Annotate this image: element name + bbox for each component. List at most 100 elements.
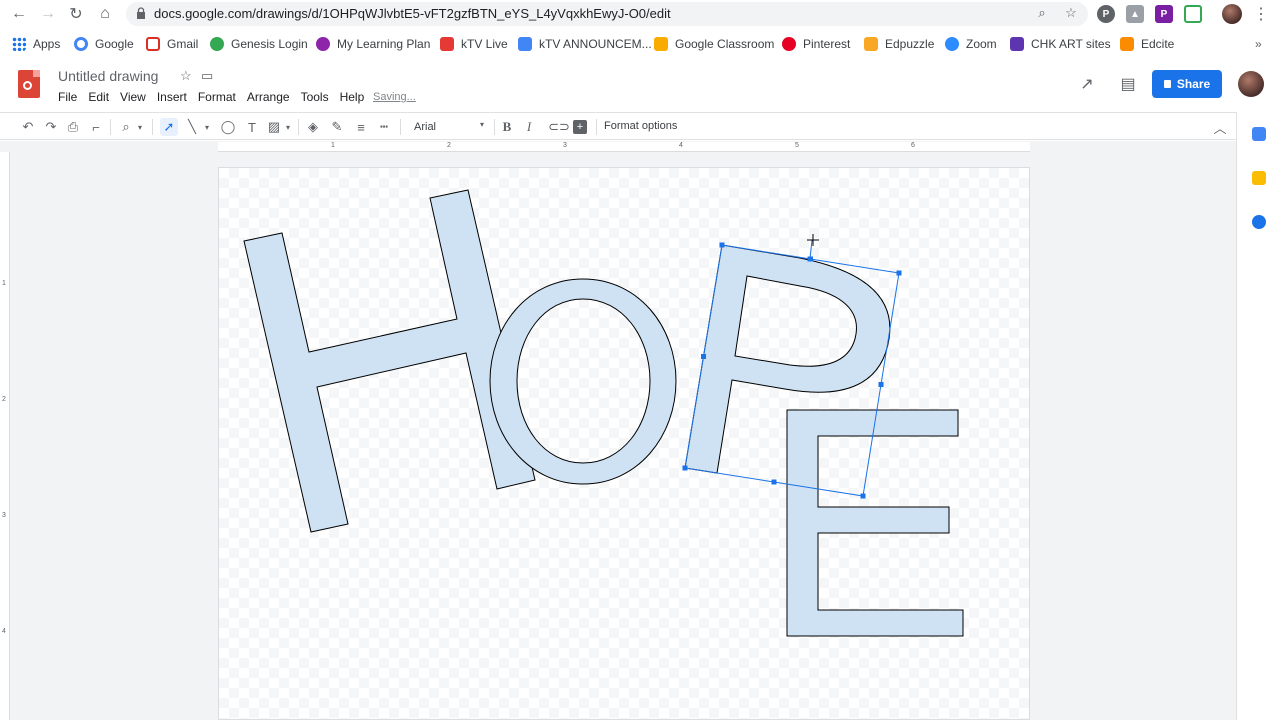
paint-format-icon[interactable]: ⌐ — [87, 118, 105, 136]
italic-icon[interactable]: I — [520, 118, 538, 136]
browser-profile-avatar[interactable] — [1222, 4, 1242, 24]
menu-view[interactable]: View — [120, 90, 146, 104]
app-header: Untitled drawing ☆ ▭ File Edit View Inse… — [0, 58, 1280, 110]
apps-grid-icon — [12, 37, 26, 51]
keep-icon[interactable] — [1252, 171, 1266, 185]
font-family-select[interactable]: Arial ▾ — [408, 118, 488, 136]
image-dropdown-icon[interactable]: ▾ — [283, 118, 293, 136]
lock-icon — [137, 7, 145, 19]
bookmark-google[interactable]: Google — [74, 36, 134, 52]
resize-handle[interactable] — [896, 270, 902, 276]
youtube-icon — [440, 37, 454, 51]
menu-arrange[interactable]: Arrange — [247, 90, 290, 104]
redo-icon[interactable]: ↷ — [42, 118, 60, 136]
bookmark-genesis-login[interactable]: Genesis Login — [210, 36, 308, 52]
bookmarks-bar: Apps Google Gmail Genesis Login My Learn… — [0, 30, 1280, 56]
star-icon[interactable]: ☆ — [180, 68, 192, 84]
bookmark-pinterest[interactable]: Pinterest — [782, 36, 850, 52]
reload-icon[interactable]: ↻ — [65, 4, 87, 24]
move-to-folder-icon[interactable]: ▭ — [201, 68, 213, 84]
link-icon[interactable]: ⊂⊃ — [548, 118, 570, 136]
gmail-icon — [146, 37, 160, 51]
shape-tool-icon[interactable]: ◯ — [219, 118, 237, 136]
menu-format[interactable]: Format — [198, 90, 236, 104]
menu-tools[interactable]: Tools — [301, 90, 329, 104]
bookmark-edpuzzle[interactable]: Edpuzzle — [864, 36, 934, 52]
resize-handle[interactable] — [860, 493, 866, 499]
bookmark-chk-art-sites[interactable]: CHK ART sites — [1010, 36, 1111, 52]
sites-icon — [1010, 37, 1024, 51]
drawings-logo-icon[interactable] — [18, 70, 40, 98]
lock-icon — [1163, 80, 1171, 88]
collapse-toolbar-icon[interactable]: ︿ — [1211, 118, 1229, 136]
menu-insert[interactable]: Insert — [157, 90, 187, 104]
genesis-icon — [210, 37, 224, 51]
undo-icon[interactable]: ↶ — [19, 118, 37, 136]
zoom-dropdown-icon[interactable]: ▾ — [135, 118, 145, 136]
document-title[interactable]: Untitled drawing — [58, 68, 158, 84]
bookmark-zoom[interactable]: Zoom — [945, 36, 997, 52]
zoom-icon — [945, 37, 959, 51]
bookmark-gmail[interactable]: Gmail — [146, 36, 198, 52]
menu-edit[interactable]: Edit — [88, 90, 109, 104]
fill-color-icon[interactable]: ◈ — [304, 118, 322, 136]
bookmark-edcite[interactable]: Edcite — [1120, 36, 1174, 52]
forward-arrow-icon[interactable]: → — [37, 4, 59, 24]
purple-extension-icon[interactable]: P — [1155, 5, 1173, 23]
menu-help[interactable]: Help — [340, 90, 365, 104]
resize-handle[interactable] — [701, 354, 706, 359]
resize-handle[interactable] — [807, 256, 813, 262]
drawing-canvas[interactable] — [218, 167, 1030, 720]
bookmark-star-icon[interactable]: ☆ — [1062, 4, 1080, 22]
bookmark-apps[interactable]: Apps — [12, 36, 60, 52]
bold-icon[interactable]: B — [498, 118, 516, 136]
resize-handle[interactable] — [719, 242, 725, 248]
bookmark-ktv-announcements[interactable]: kTV ANNOUNCEM... — [518, 36, 652, 52]
resize-handle[interactable] — [878, 382, 884, 387]
bookmark-google-classroom[interactable]: Google Classroom — [654, 36, 774, 52]
classroom-icon — [654, 37, 668, 51]
zoom-icon[interactable]: ⌕ — [117, 118, 135, 136]
zoom-search-icon[interactable]: ⌕ — [1033, 4, 1051, 22]
google-icon — [74, 37, 88, 51]
print-icon[interactable]: ⎙ — [64, 118, 82, 136]
browser-toolbar: ← → ↻ ⌂ docs.google.com/drawings/d/1OHPq… — [0, 0, 1280, 28]
text-box-icon[interactable]: T — [243, 118, 261, 136]
border-dash-icon[interactable]: ┅ — [375, 118, 393, 136]
format-options-button[interactable]: Format options — [604, 120, 677, 132]
more-bookmarks-icon[interactable]: » — [1255, 36, 1262, 52]
menu-file[interactable]: File — [58, 90, 77, 104]
line-tool-icon[interactable]: ╲ — [183, 118, 201, 136]
activity-trend-icon[interactable]: ↗ — [1077, 74, 1097, 94]
tasks-icon[interactable] — [1252, 215, 1266, 229]
add-comment-icon[interactable]: + — [573, 120, 587, 134]
bookmark-my-learning-plan[interactable]: My Learning Plan — [316, 36, 430, 52]
calendar-icon[interactable] — [1252, 127, 1266, 141]
back-arrow-icon[interactable]: ← — [8, 4, 30, 24]
line-dropdown-icon[interactable]: ▾ — [202, 118, 212, 136]
pinterest-icon — [782, 37, 796, 51]
address-bar[interactable]: docs.google.com/drawings/d/1OHPqWJlvbtE5… — [126, 2, 1088, 26]
resize-handle[interactable] — [771, 479, 777, 485]
horizontal-ruler: 1 2 3 4 5 6 — [218, 142, 1030, 152]
comments-icon[interactable]: ▤ — [1118, 74, 1138, 94]
image-icon[interactable]: ▨ — [265, 118, 283, 136]
bookmark-ktv-live[interactable]: kTV Live — [440, 36, 508, 52]
drive-extension-icon[interactable]: ▲ — [1126, 5, 1144, 23]
border-color-icon[interactable]: ✎ — [328, 118, 346, 136]
edcite-icon — [1120, 37, 1134, 51]
home-icon[interactable]: ⌂ — [94, 4, 116, 24]
screencast-extension-icon[interactable] — [1184, 5, 1202, 23]
pinterest-extension-icon[interactable]: P — [1097, 5, 1115, 23]
browser-menu-icon[interactable]: ⋮ — [1250, 4, 1272, 24]
font-dropdown-icon: ▾ — [479, 120, 484, 129]
menu-bar: File Edit View Insert Format Arrange Too… — [58, 90, 375, 104]
save-status[interactable]: Saving... — [373, 91, 416, 103]
share-button[interactable]: Share — [1152, 70, 1222, 98]
resize-handle[interactable] — [682, 465, 688, 471]
url-text: docs.google.com/drawings/d/1OHPqWJlvbtE5… — [154, 6, 671, 21]
border-weight-icon[interactable]: ≡ — [352, 118, 370, 136]
account-avatar[interactable] — [1238, 71, 1264, 97]
select-cursor-icon[interactable]: ➚ — [160, 118, 178, 136]
drawing-toolbar: ↶ ↷ ⎙ ⌐ ⌕ ▾ ➚ ╲ ▾ ◯ T ▨ ▾ ◈ ✎ ≡ ┅ Arial ▾… — [0, 112, 1236, 140]
